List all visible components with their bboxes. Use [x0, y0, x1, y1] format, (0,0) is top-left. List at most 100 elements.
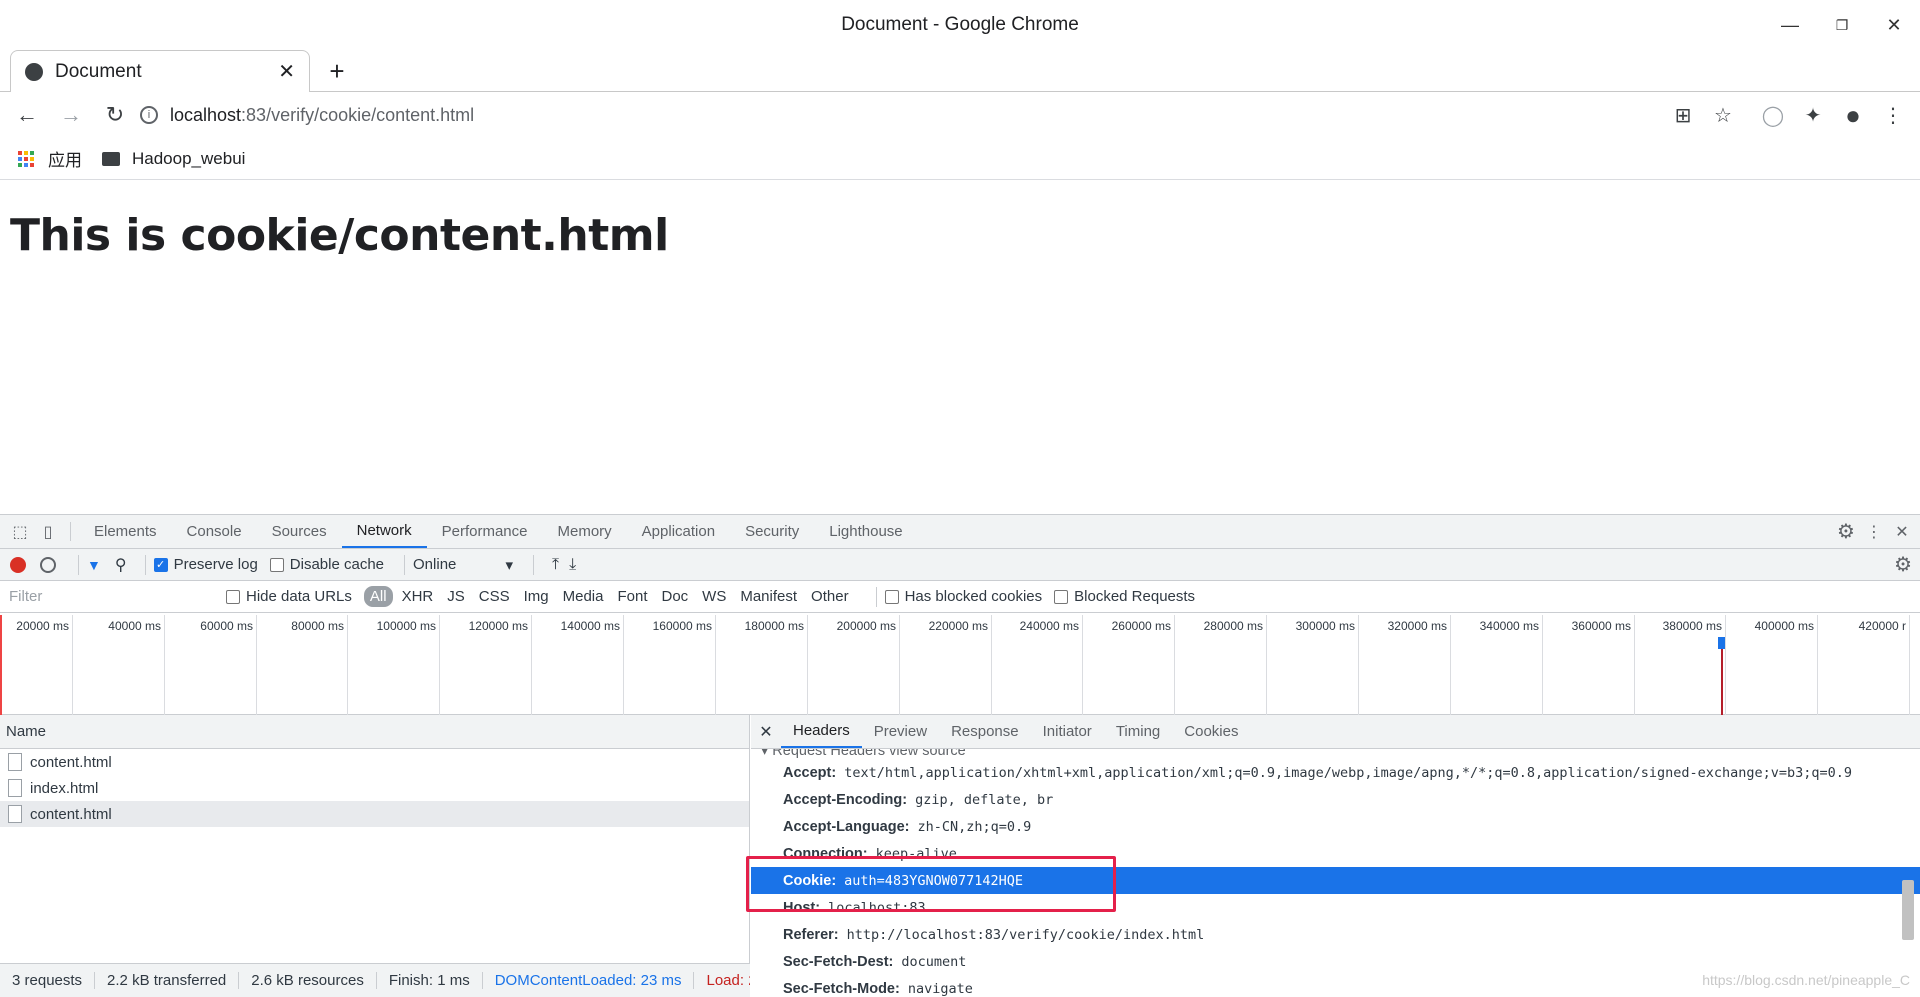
detail-tab-initiator[interactable]: Initiator	[1031, 715, 1104, 748]
filter-type-other[interactable]: Other	[806, 586, 854, 607]
devtools-close-icon[interactable]: ✕	[1888, 522, 1916, 542]
filter-input[interactable]: Filter	[4, 585, 210, 609]
timeline-tick: 380000 ms	[1725, 615, 1726, 715]
export-har-icon[interactable]: ⤓	[569, 556, 576, 574]
filter-type-doc[interactable]: Doc	[656, 586, 693, 607]
network-timeline-overview[interactable]: 20000 ms40000 ms60000 ms80000 ms100000 m…	[0, 615, 1920, 715]
timeline-tick-label: 40000 ms	[108, 619, 161, 633]
request-header-row[interactable]: Accept-Encoding:gzip, deflate, br	[751, 786, 1920, 813]
timeline-tick-label: 120000 ms	[469, 619, 528, 633]
hide-data-urls-checkbox[interactable]: Hide data URLs	[226, 588, 352, 605]
extension-circle-icon[interactable]: ◯	[1758, 100, 1788, 130]
profile-icon[interactable]: ●	[1838, 100, 1868, 130]
name-column-header[interactable]: Name	[0, 715, 749, 749]
apps-bookmark[interactable]: 应用	[18, 146, 82, 171]
filter-type-media[interactable]: Media	[558, 586, 609, 607]
timeline-load-marker	[1721, 641, 1723, 715]
has-blocked-cookies-checkbox[interactable]: Has blocked cookies	[885, 588, 1043, 605]
request-header-row[interactable]: Accept-Language:zh-CN,zh;q=0.9	[751, 813, 1920, 840]
import-har-icon[interactable]: ⤒	[552, 556, 559, 574]
timeline-tick: 140000 ms	[623, 615, 624, 715]
filter-type-img[interactable]: Img	[519, 586, 554, 607]
request-header-row[interactable]: Accept:text/html,application/xhtml+xml,a…	[751, 759, 1920, 786]
filter-type-xhr[interactable]: XHR	[397, 586, 439, 607]
detail-close-icon[interactable]: ✕	[751, 715, 781, 748]
request-row[interactable]: content.html	[0, 801, 749, 827]
preserve-log-checkbox[interactable]: ✓Preserve log	[154, 556, 258, 573]
dropdown-arrow-icon: ▾	[505, 556, 513, 574]
scrollbar-thumb[interactable]	[1902, 880, 1914, 940]
document-icon	[8, 753, 22, 771]
devtools-tab-security[interactable]: Security	[730, 515, 814, 548]
devtools-tab-performance[interactable]: Performance	[427, 515, 543, 548]
header-value: document	[901, 954, 966, 970]
devtools-tab-memory[interactable]: Memory	[543, 515, 627, 548]
maximize-button[interactable]: ❐	[1822, 10, 1862, 40]
network-settings-icon[interactable]: ⚙	[1894, 552, 1912, 577]
detail-tab-headers[interactable]: Headers	[781, 715, 862, 748]
minimize-button[interactable]: —	[1770, 10, 1810, 40]
disable-cache-checkbox[interactable]: Disable cache	[270, 556, 384, 573]
search-icon[interactable]: ⚲	[115, 555, 127, 575]
detail-tab-timing[interactable]: Timing	[1104, 715, 1172, 748]
status-item: Load: 2	[694, 972, 750, 989]
filter-type-all[interactable]: All	[364, 586, 393, 607]
new-tab-button[interactable]: +	[322, 56, 352, 86]
devtools-tab-console[interactable]: Console	[172, 515, 257, 548]
address-bar[interactable]: i localhost:83/verify/cookie/content.htm…	[140, 98, 1720, 132]
timeline-tick-label: 60000 ms	[200, 619, 253, 633]
detail-tab-cookies[interactable]: Cookies	[1172, 715, 1250, 748]
timeline-tick: 400000 ms	[1817, 615, 1818, 715]
throttling-select[interactable]: Online▾	[413, 556, 513, 574]
page-heading: This is cookie/content.html	[10, 210, 669, 261]
forward-button[interactable]: →	[54, 98, 88, 132]
clear-icon[interactable]	[40, 557, 56, 573]
devtools-tab-network[interactable]: Network	[342, 515, 427, 548]
filter-type-ws[interactable]: WS	[697, 586, 731, 607]
inspect-icon[interactable]: ⬚	[6, 515, 34, 548]
blocked-requests-checkbox[interactable]: Blocked Requests	[1054, 588, 1195, 605]
record-icon[interactable]	[10, 557, 26, 573]
header-value: zh-CN,zh;q=0.9	[918, 819, 1032, 835]
request-row[interactable]: index.html	[0, 775, 749, 801]
timeline-tick-label: 240000 ms	[1020, 619, 1079, 633]
filter-icon[interactable]: ▼	[87, 557, 101, 573]
hadoop-bookmark-folder[interactable]: Hadoop_webui	[102, 149, 245, 169]
header-key: Accept:	[783, 765, 836, 781]
header-value: navigate	[908, 981, 973, 997]
reload-button[interactable]: ↻	[98, 98, 132, 132]
star-icon[interactable]: ☆	[1708, 100, 1738, 130]
hide-data-urls-label: Hide data URLs	[246, 588, 352, 605]
request-row[interactable]: content.html	[0, 749, 749, 775]
timeline-tick: 180000 ms	[807, 615, 808, 715]
tab-close-icon[interactable]: ✕	[278, 59, 295, 84]
devtools-tab-lighthouse[interactable]: Lighthouse	[814, 515, 917, 548]
devtools-tab-elements[interactable]: Elements	[79, 515, 172, 548]
request-header-row[interactable]: Sec-Fetch-Dest:document	[751, 948, 1920, 975]
section-title-text: ▾ Request Headers view source	[761, 749, 966, 759]
filter-type-font[interactable]: Font	[612, 586, 652, 607]
detail-tab-preview[interactable]: Preview	[862, 715, 939, 748]
filter-type-css[interactable]: CSS	[474, 586, 515, 607]
info-icon[interactable]: i	[140, 106, 158, 124]
back-button[interactable]: ←	[10, 98, 44, 132]
devtools-tab-application[interactable]: Application	[627, 515, 730, 548]
request-header-row[interactable]: Referer:http://localhost:83/verify/cooki…	[751, 921, 1920, 948]
window-title: Document - Google Chrome	[0, 0, 1920, 50]
devtools-more-icon[interactable]: ⋮	[1860, 522, 1888, 542]
puzzle-icon[interactable]: ✦	[1798, 100, 1828, 130]
translate-icon[interactable]: ⊞	[1668, 100, 1698, 130]
device-toolbar-icon[interactable]: ▯	[34, 515, 62, 548]
devtools-tab-sources[interactable]: Sources	[257, 515, 342, 548]
menu-icon[interactable]: ⋮	[1878, 100, 1908, 130]
header-key: Sec-Fetch-Mode:	[783, 981, 900, 997]
timeline-tick-label: 160000 ms	[653, 619, 712, 633]
detail-tab-response[interactable]: Response	[939, 715, 1031, 748]
close-window-button[interactable]: ✕	[1874, 10, 1914, 40]
tab-document[interactable]: Document ✕	[10, 50, 310, 92]
blocked-requests-label: Blocked Requests	[1074, 588, 1195, 605]
filter-type-js[interactable]: JS	[442, 586, 470, 607]
settings-gear-icon[interactable]: ⚙	[1832, 519, 1860, 544]
filter-type-manifest[interactable]: Manifest	[735, 586, 802, 607]
request-headers-section-title[interactable]: ▾ Request Headers view source	[751, 749, 1920, 759]
